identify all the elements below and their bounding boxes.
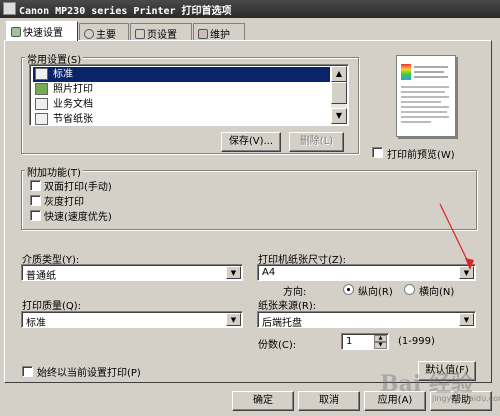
scroll-down-icon[interactable]: ▼ [331, 108, 347, 124]
window-title: Canon MP230 series Printer 打印首选项 [19, 6, 232, 17]
copies-stepper[interactable]: 1 ▲ ▼ [341, 333, 389, 350]
page-setup-icon [135, 29, 145, 39]
duplex-checkbox[interactable] [30, 180, 41, 191]
tab-maintenance[interactable]: 维护 [193, 23, 245, 41]
ok-button[interactable]: 确定 [232, 391, 294, 411]
orientation-label: 方向: [283, 287, 307, 298]
printer-icon [3, 2, 16, 15]
save-button[interactable]: 保存(V)... [221, 132, 281, 152]
tab-main[interactable]: 主要 [79, 23, 129, 41]
scroll-thumb[interactable] [331, 82, 347, 104]
additional-features-label: 附加功能(T) [25, 164, 83, 179]
chevron-down-icon[interactable]: ▼ [459, 313, 474, 326]
always-print-label: 始终以当前设置打印(P) [37, 368, 141, 379]
photo-icon [35, 83, 48, 95]
duplex-label: 双面打印(手动) [44, 182, 112, 193]
standard-icon [35, 68, 48, 80]
list-item[interactable]: 节省纸张 [33, 112, 330, 125]
delete-button[interactable]: 删除(L) [289, 132, 344, 152]
paper-preview-image [396, 55, 456, 137]
preview-before-print-checkbox[interactable] [372, 147, 383, 158]
decrement-icon[interactable]: ▼ [374, 342, 387, 349]
cancel-button[interactable]: 取消 [298, 391, 360, 411]
list-item[interactable]: 照片打印 [33, 82, 330, 97]
paper-source-select[interactable]: 后端托盘 ▼ [257, 311, 476, 329]
media-type-select[interactable]: 普通纸 ▼ [21, 264, 243, 282]
list-scrollbar[interactable]: ▲ ▼ [331, 66, 347, 124]
list-item[interactable]: 业务文档 [33, 97, 330, 112]
chevron-down-icon[interactable]: ▼ [226, 313, 241, 326]
copies-range: (1-999) [398, 336, 435, 347]
preview-before-print-label: 打印前预览(W) [387, 150, 455, 161]
scroll-up-icon[interactable]: ▲ [331, 66, 347, 82]
list-item[interactable]: 标准 [33, 67, 330, 82]
grayscale-checkbox[interactable] [30, 195, 41, 206]
copies-label: 份数(C): [258, 340, 297, 351]
tab-page-setup[interactable]: 页设置 [130, 23, 192, 41]
tab-quick-setup[interactable]: 快速设置 [6, 21, 78, 41]
quick-setup-icon [11, 27, 21, 37]
annotation-arrow-icon [439, 203, 474, 270]
title-bar: Canon MP230 series Printer 打印首选项 [0, 0, 500, 18]
document-icon [35, 98, 48, 110]
portrait-radio[interactable] [343, 284, 354, 295]
paper-source-label: 纸张来源(R): [258, 301, 317, 312]
maintenance-icon [198, 29, 208, 39]
common-settings-list[interactable]: 标准 照片打印 业务文档 节省纸张 ▲ ▼ [29, 64, 349, 126]
grayscale-label: 灰度打印 [44, 197, 84, 208]
paper-save-icon [35, 113, 48, 125]
always-print-checkbox[interactable] [22, 366, 33, 377]
print-quality-label: 打印质量(Q): [22, 301, 82, 312]
landscape-label: 横向(N) [419, 287, 455, 298]
portrait-label: 纵向(R) [358, 287, 393, 298]
landscape-radio[interactable] [404, 284, 415, 295]
main-icon [84, 29, 94, 39]
increment-icon[interactable]: ▲ [374, 335, 387, 342]
fast-checkbox[interactable] [30, 210, 41, 221]
chevron-down-icon[interactable]: ▼ [226, 266, 241, 279]
fast-label: 快速(速度优先) [44, 212, 112, 223]
watermark-url: jingyan.baidu.com [432, 394, 500, 403]
print-quality-select[interactable]: 标准 ▼ [21, 311, 243, 329]
